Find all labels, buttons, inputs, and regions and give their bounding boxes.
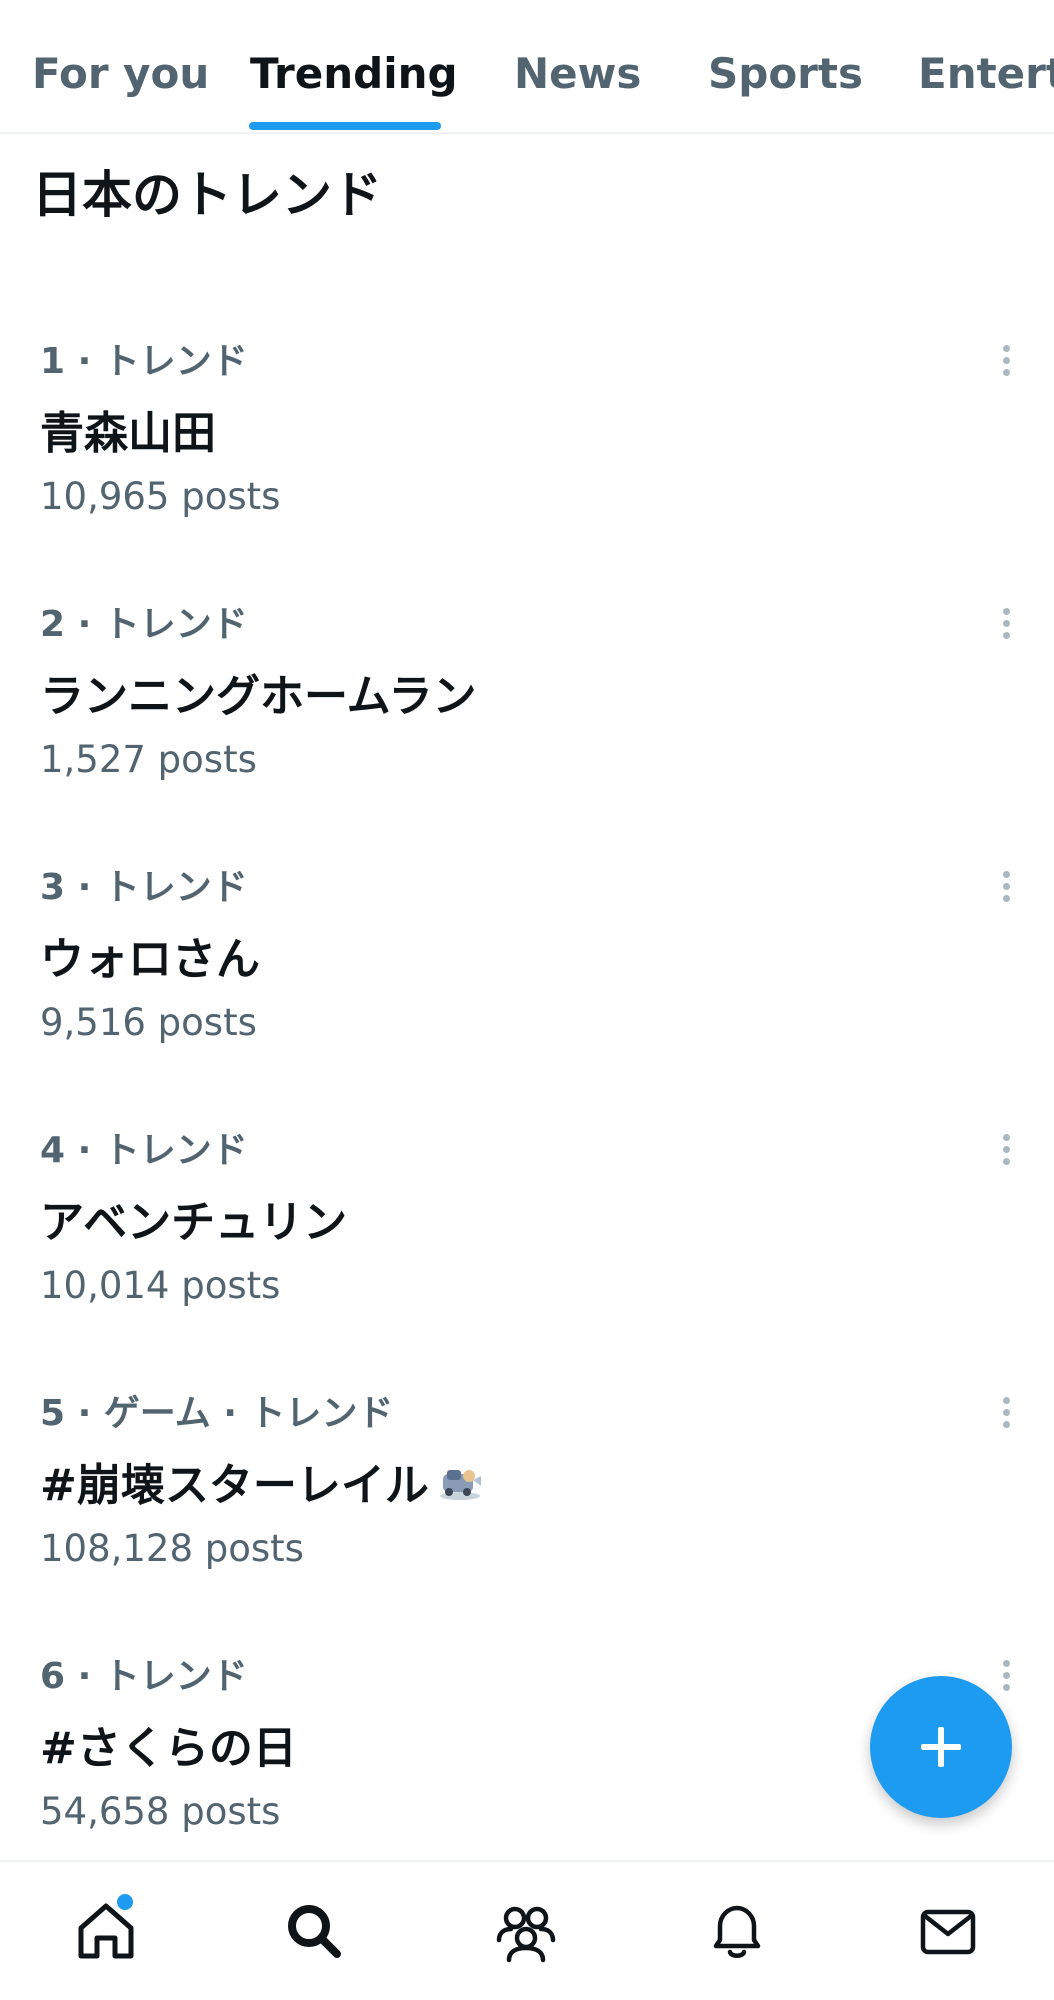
trend-list: 1 · トレンド 青森山田 10,965 posts 2 · トレンド ランニン… [0,300,1054,1878]
more-options-button[interactable] [988,1388,1024,1436]
explore-tab-bar: For you Trending News Sports Entertainme… [0,0,1054,134]
trend-meta: 1 · トレンド [40,341,248,382]
trend-item[interactable]: 4 · トレンド アベンチュリン 10,014 posts [0,1089,1054,1352]
notification-dot [115,1892,135,1912]
more-dots-icon [1002,870,1010,878]
trend-post-count: 108,128 posts [40,1527,304,1570]
compose-post-button[interactable] [870,1676,1012,1818]
communities-icon [496,1906,556,1963]
more-dots-icon [1002,1659,1010,1667]
tab-for-you[interactable]: For you [32,46,209,102]
tab-sports[interactable]: Sports [708,46,863,102]
trend-item[interactable]: 5 · ゲーム · トレンド #崩壊スターレイル 108,128 posts [0,1352,1054,1615]
more-dots-icon [1002,1396,1010,1404]
nav-home-button[interactable] [71,1892,141,1966]
nav-communities-button[interactable] [491,1896,561,1966]
trend-item[interactable]: 3 · トレンド ウォロさん 9,516 posts [0,826,1054,1089]
trend-name: 青森山田 [40,408,216,459]
trend-name: #崩壊スターレイル [40,1460,429,1511]
section-title: 日本のトレンド [32,166,382,224]
more-dots-icon [1002,607,1010,615]
tab-news[interactable]: News [514,46,641,102]
plus-icon [921,1727,961,1767]
trend-post-count: 10,014 posts [40,1264,281,1307]
explore-page: For you Trending News Sports Entertainme… [0,0,1054,2000]
nav-messages-button[interactable] [913,1896,983,1966]
nav-search-button[interactable] [279,1896,349,1966]
more-dots-icon [1002,1133,1010,1141]
active-tab-indicator [249,122,441,130]
more-options-button[interactable] [988,599,1024,647]
trend-name: ウォロさん [40,934,260,985]
more-options-button[interactable] [988,1651,1024,1699]
trend-post-count: 10,965 posts [40,475,281,518]
notifications-bell-icon [713,1905,761,1958]
hashflag-train-icon [437,1458,483,1518]
trend-post-count: 9,516 posts [40,1001,257,1044]
trend-post-count: 54,658 posts [40,1790,281,1833]
trend-meta: 3 · トレンド [40,867,248,908]
trend-name-row: #崩壊スターレイル [40,1456,483,1518]
more-dots-icon [1002,344,1010,352]
trend-meta: 2 · トレンド [40,604,248,645]
trend-item[interactable]: 1 · トレンド 青森山田 10,965 posts [0,300,1054,563]
messages-envelope-icon [920,1909,976,1955]
tab-entertainment[interactable]: Entertainment [918,46,1054,102]
more-options-button[interactable] [988,336,1024,384]
trend-meta: 4 · トレンド [40,1130,248,1171]
search-icon [288,1905,341,1958]
trend-meta: 6 · トレンド [40,1656,248,1697]
nav-notifications-button[interactable] [702,1896,772,1966]
trend-name: アベンチュリン [40,1197,348,1248]
tab-trending[interactable]: Trending [250,46,458,102]
more-options-button[interactable] [988,862,1024,910]
trend-post-count: 1,527 posts [40,738,257,781]
more-options-button[interactable] [988,1125,1024,1173]
trend-meta: 5 · ゲーム · トレンド [40,1393,394,1434]
trend-item[interactable]: 2 · トレンド ランニングホームラン 1,527 posts [0,563,1054,826]
trend-name: ランニングホームラン [40,671,477,722]
trend-name: #さくらの日 [40,1723,297,1774]
bottom-navigation-bar [0,1860,1054,2000]
